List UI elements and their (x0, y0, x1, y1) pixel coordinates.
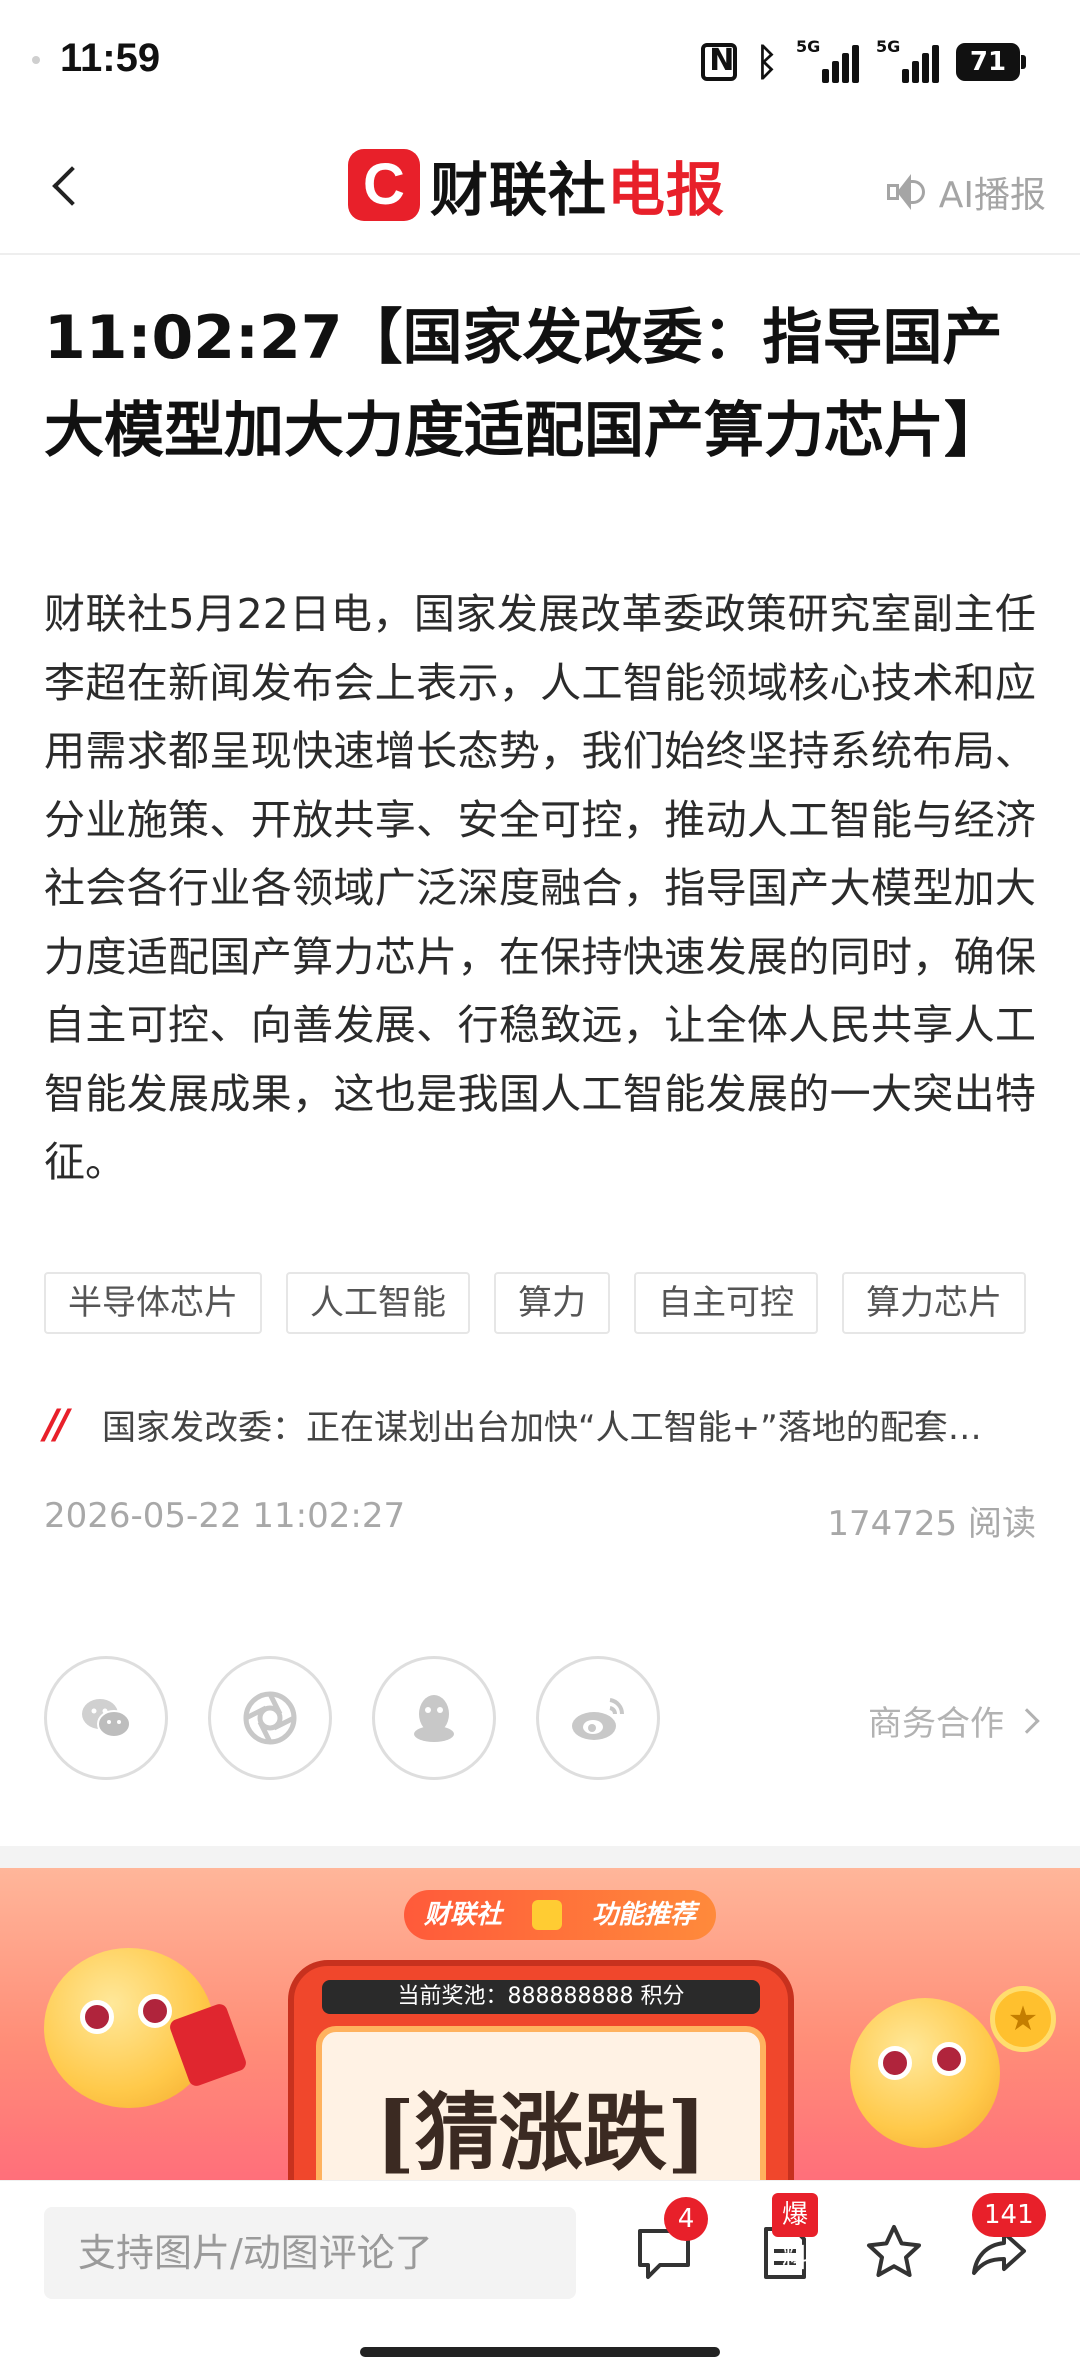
wechat-share-button[interactable] (44, 1656, 168, 1780)
bottom-action-bar: 4 爆料 141 (0, 2180, 1080, 2376)
home-indicator (360, 2347, 720, 2357)
related-slash-icon: // (44, 1401, 69, 1448)
banner-brand: 财联社 (424, 1900, 503, 1930)
back-button[interactable] (36, 156, 96, 216)
app-header: C 财联社 电报 AI播报 (0, 120, 1080, 255)
status-bar: 11:59 ᛒ 5G 5G 71 (0, 0, 1080, 120)
qq-icon (414, 1695, 454, 1742)
star-icon (867, 2225, 921, 2277)
business-cooperation-link[interactable]: 商务合作 (868, 1696, 1040, 1745)
qq-share-button[interactable] (372, 1656, 496, 1780)
prize-pool-text: 当前奖池：888888888 积分 (322, 1980, 760, 2014)
status-dot (32, 56, 40, 64)
tag-self-controllable[interactable]: 自主可控 (634, 1272, 818, 1334)
related-news-text: 国家发改委：正在谋划出台加快“人工智能+”落地的配套… (102, 1408, 982, 1448)
ai-broadcast-label: AI播报 (938, 175, 1046, 216)
report-tip-button[interactable]: 爆料 (752, 2193, 819, 2285)
article-body: 财联社5月22日电，国家发展改革委政策研究室副主任李超在新闻发布会上表示，人工智… (44, 590, 1036, 1186)
comments-button[interactable]: 4 (632, 2197, 708, 2285)
tag-list: 半导体芯片 人工智能 算力 自主可控 算力芯片 (44, 1272, 1026, 1334)
game-machine: 当前奖池：888888888 积分 [猜涨跌] (288, 1960, 794, 2180)
business-cooperation-label: 商务合作 (868, 1704, 1004, 1744)
network-label-2: 5G (876, 37, 901, 56)
moments-share-button[interactable] (208, 1656, 332, 1780)
weibo-icon (572, 1698, 625, 1740)
favorite-button[interactable] (862, 2221, 926, 2285)
game-title: [猜涨跌] (375, 2083, 707, 2180)
mascot-right (850, 1998, 1000, 2148)
moments-icon (243, 1691, 297, 1745)
publish-datetime: 2026-05-22 11:02:27 (44, 1496, 406, 1536)
share-count-badge: 141 (972, 2193, 1046, 2237)
battery-icon: 71 (956, 43, 1026, 81)
related-news-link[interactable]: // 国家发改委：正在谋划出台加快“人工智能+”落地的配套… (44, 1400, 1044, 1449)
tag-computing-power[interactable]: 算力 (494, 1272, 610, 1334)
tag-ai[interactable]: 人工智能 (286, 1272, 470, 1334)
weibo-share-button[interactable] (536, 1656, 660, 1780)
section-divider (0, 1846, 1080, 1868)
logo: C 财联社 电报 (348, 146, 725, 224)
ai-broadcast-button[interactable]: AI播报 (885, 166, 1046, 218)
gift-icon (532, 1900, 563, 1930)
read-count: 174725 阅读 (827, 1504, 1036, 1544)
status-icons: ᛒ 5G 5G 71 (701, 37, 1026, 84)
banner-feature: 功能推荐 (592, 1900, 697, 1930)
chevron-left-icon (52, 166, 92, 206)
wechat-icon (82, 1699, 131, 1738)
tag-computing-chip[interactable]: 算力芯片 (842, 1272, 1026, 1334)
article-meta: 2026-05-22 11:02:27 174725 阅读 (44, 1496, 1036, 1545)
share-row: 商务合作 (44, 1656, 1040, 1780)
speaker-icon (885, 172, 927, 212)
report-badge: 爆料 (772, 2193, 819, 2274)
logo-text-main: 财联社 (430, 156, 608, 224)
comment-count-badge: 4 (664, 2197, 708, 2241)
logo-text-accent: 电报 (607, 156, 726, 224)
coin-icon: ★ (990, 1986, 1056, 2052)
signal-icon-1: 5G (796, 37, 859, 83)
comment-input[interactable] (44, 2207, 576, 2299)
machine-screen: [猜涨跌] (316, 2026, 766, 2180)
article-title: 11:02:27【国家发改委：指导国产大模型加大力度适配国产算力芯片】 (44, 303, 1004, 466)
logo-mark: C (348, 149, 420, 221)
bluetooth-icon: ᛒ (755, 40, 778, 84)
network-label-1: 5G (796, 37, 821, 56)
chevron-right-icon (1014, 1707, 1040, 1734)
nfc-icon (701, 43, 738, 81)
guess-rise-fall-banner[interactable]: 财联社 功能推荐 当前奖池：888888888 积分 [猜涨跌] ★ (0, 1868, 1080, 2180)
signal-icon-2: 5G (876, 37, 939, 83)
tag-semiconductor[interactable]: 半导体芯片 (44, 1272, 262, 1334)
share-button[interactable]: 141 (968, 2193, 1046, 2285)
status-time: 11:59 (60, 36, 161, 80)
feature-recommend-pill: 财联社 功能推荐 (404, 1890, 717, 1940)
